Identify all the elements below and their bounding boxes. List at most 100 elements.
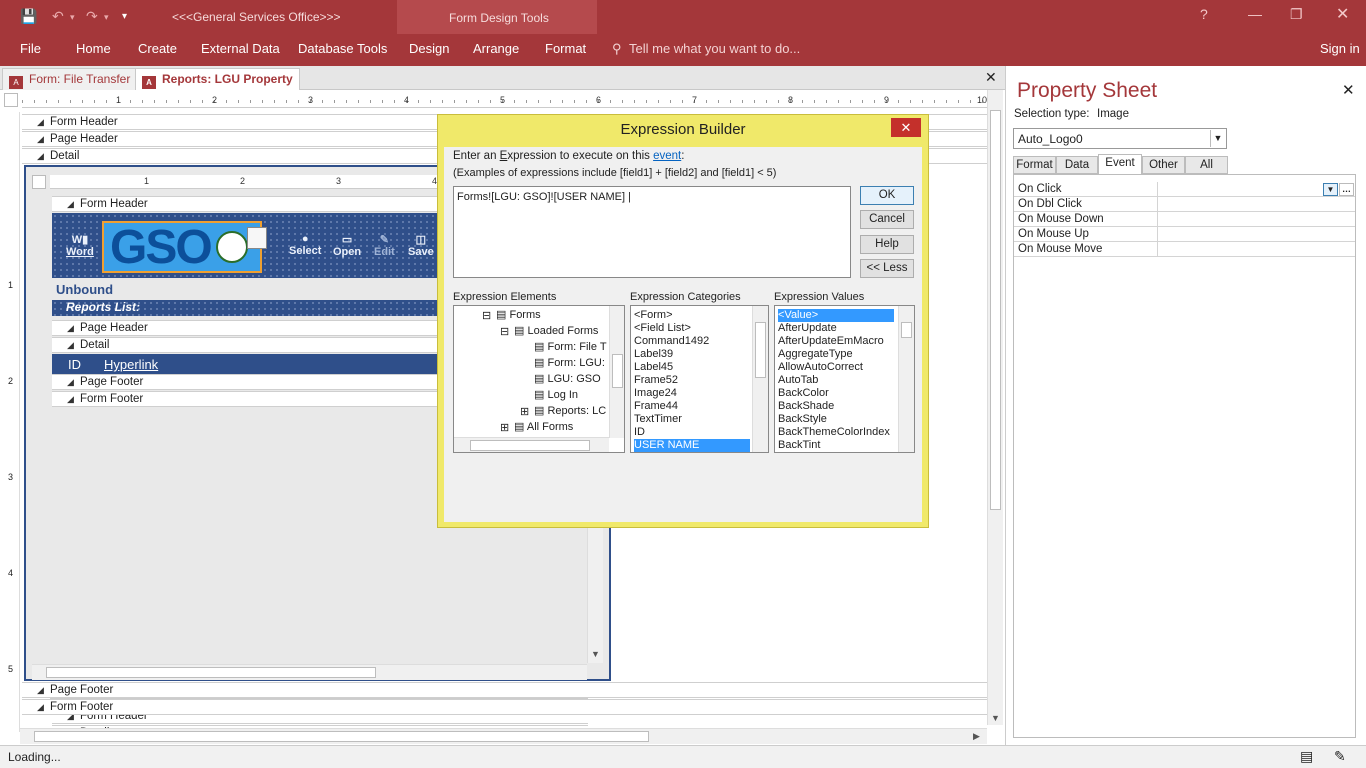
edit-button[interactable]: ✎ Edit <box>374 233 395 258</box>
hyperlink-field[interactable]: Hyperlink <box>104 357 158 372</box>
event-link[interactable]: event <box>653 150 681 162</box>
builder-ellipsis-button[interactable]: … <box>1339 183 1354 196</box>
tab-prop-format[interactable]: Format <box>1013 156 1056 174</box>
section-form-footer[interactable]: Form Footer <box>22 699 987 715</box>
close-window-icon[interactable]: ✕ <box>1336 4 1349 24</box>
word-button[interactable]: W​▮ Word <box>66 233 94 258</box>
doc-tab-reports-lgu-property[interactable]: A Reports: LGU Property <box>135 68 300 90</box>
gso-logo-image[interactable]: GSO <box>102 221 262 273</box>
restore-icon[interactable]: ❐ <box>1290 6 1303 23</box>
design-view-icon[interactable]: ✎ <box>1334 748 1346 765</box>
elements-v-scrollbar[interactable] <box>609 306 624 438</box>
signin-link[interactable]: Sign in <box>1320 41 1360 56</box>
section-page-footer[interactable]: Page Footer <box>22 682 987 698</box>
value-item[interactable]: AllowAutoCorrect <box>778 361 894 374</box>
category-item[interactable]: ID <box>634 426 750 439</box>
prop-row-on-mouse-move[interactable]: On Mouse Move <box>1014 242 1355 257</box>
save-record-button[interactable]: ◫ Save <box>408 233 434 258</box>
dialog-close-button[interactable]: ✕ <box>891 118 921 137</box>
tell-me-box[interactable]: Tell me what you want to do... <box>629 41 800 56</box>
tree-node-all-forms[interactable]: ▤ All Forms <box>514 421 573 434</box>
close-document-icon[interactable]: ✕ <box>985 69 997 86</box>
tab-prop-all[interactable]: All <box>1185 156 1228 174</box>
value-item[interactable]: AutoTab <box>778 374 894 387</box>
help-icon[interactable]: ? <box>1200 6 1208 22</box>
subform-h-scrollbar[interactable] <box>32 664 587 680</box>
tree-node-lgu-gso[interactable]: ▤ LGU: GSO <box>534 373 601 386</box>
tab-design[interactable]: Design <box>409 41 449 56</box>
category-item[interactable]: TextTimer <box>634 413 750 426</box>
less-button[interactable]: << Less <box>860 259 914 278</box>
save-icon[interactable]: 💾 <box>20 8 37 25</box>
control-selector-dropdown[interactable]: Auto_Logo0 ▼ <box>1013 128 1227 149</box>
value-item[interactable]: AfterUpdate <box>778 322 894 335</box>
redo-dropdown-icon[interactable]: ▾ <box>104 12 109 23</box>
category-item[interactable]: Command1492 <box>634 335 750 348</box>
prop-row-on-dbl-click[interactable]: On Dbl Click <box>1014 197 1355 212</box>
value-item[interactable]: BackStyle <box>778 413 894 426</box>
dropdown-chevron-icon[interactable]: ▼ <box>1323 183 1338 196</box>
value-v-scrollbar[interactable] <box>898 306 914 452</box>
tree-collapse-icon[interactable]: ⊟ <box>500 326 509 339</box>
tab-arrange[interactable]: Arrange <box>473 41 519 56</box>
close-pane-icon[interactable]: ✕ <box>1342 81 1355 99</box>
form-selector[interactable] <box>4 93 18 107</box>
form-view-icon[interactable]: ▤ <box>1300 748 1313 765</box>
tree-node-reports[interactable]: ▤ Reports: LC <box>534 405 606 418</box>
canvas-v-scrollbar[interactable]: ▼ <box>987 90 1003 725</box>
tab-format[interactable]: Format <box>545 41 586 56</box>
value-item[interactable]: BackTint <box>778 439 894 452</box>
customize-qat-icon[interactable]: ▾ <box>122 11 127 22</box>
doc-tab-form-file-transfer[interactable]: A Form: File Transfer <box>2 68 138 90</box>
prop-row-on-mouse-down[interactable]: On Mouse Down <box>1014 212 1355 227</box>
tab-create[interactable]: Create <box>138 41 177 56</box>
tab-database-tools[interactable]: Database Tools <box>298 41 387 56</box>
value-item[interactable]: BackThemeColorIndex <box>778 426 894 439</box>
help-button[interactable]: Help <box>860 235 914 254</box>
undo-icon[interactable]: ↶ <box>52 8 64 25</box>
category-item[interactable]: Label45 <box>634 361 750 374</box>
undo-dropdown-icon[interactable]: ▾ <box>70 12 75 23</box>
expression-textbox[interactable]: Forms![LGU: GSO]![USER NAME] | <box>453 186 851 278</box>
open-button[interactable]: ▭ Open <box>333 233 361 258</box>
scroll-thumb[interactable] <box>755 322 766 378</box>
prop-row-on-mouse-up[interactable]: On Mouse Up <box>1014 227 1355 242</box>
scroll-thumb[interactable] <box>901 322 912 338</box>
value-item[interactable]: BackShade <box>778 400 894 413</box>
tree-node-loaded-forms[interactable]: ▤ Loaded Forms <box>514 325 598 338</box>
canvas-h-scrollbar[interactable]: ▶ <box>20 728 987 744</box>
value-item[interactable]: AfterUpdateEmMacro <box>778 335 894 348</box>
tab-prop-event[interactable]: Event <box>1098 154 1142 174</box>
expression-categories-list[interactable]: <Form> <Field List> Command1492 Label39 Labe… <box>630 305 769 453</box>
tab-file[interactable]: File <box>20 41 41 56</box>
value-item[interactable]: <Value> <box>778 309 894 322</box>
tab-prop-data[interactable]: Data <box>1056 156 1098 174</box>
prop-row-on-click[interactable]: On Click ▼… <box>1014 182 1355 197</box>
ok-button[interactable]: OK <box>860 186 914 205</box>
scroll-down-icon[interactable]: ▼ <box>591 649 600 659</box>
expression-elements-tree[interactable]: ⊟ ▤ Forms ⊟ ▤ Loaded Forms ▤ Form: File … <box>453 305 625 453</box>
tab-home[interactable]: Home <box>76 41 111 56</box>
category-item[interactable]: Image24 <box>634 387 750 400</box>
category-item[interactable]: Frame44 <box>634 400 750 413</box>
scroll-thumb[interactable] <box>612 354 623 388</box>
scroll-right-icon[interactable]: ▶ <box>973 731 980 742</box>
select-button[interactable]: ● Select <box>289 233 321 257</box>
minimize-icon[interactable]: — <box>1248 6 1262 22</box>
tree-expand-icon[interactable]: ⊞ <box>500 422 509 435</box>
category-item[interactable]: <Field List> <box>634 322 750 335</box>
subform-selector[interactable] <box>32 175 46 189</box>
tree-node-form-lgu[interactable]: ▤ Form: LGU: <box>534 357 605 370</box>
redo-icon[interactable]: ↷ <box>86 8 98 25</box>
tree-node-log-in[interactable]: ▤ Log In <box>534 389 578 402</box>
scroll-thumb[interactable] <box>990 110 1001 510</box>
expression-values-list[interactable]: <Value> AfterUpdate AfterUpdateEmMacro Aggr… <box>774 305 915 453</box>
tab-external-data[interactable]: External Data <box>201 41 280 56</box>
category-item[interactable]: <Form> <box>634 309 750 322</box>
category-v-scrollbar[interactable] <box>752 306 768 452</box>
scroll-thumb[interactable] <box>470 440 590 451</box>
category-item[interactable]: Label39 <box>634 348 750 361</box>
cancel-button[interactable]: Cancel <box>860 210 914 229</box>
scroll-thumb[interactable] <box>46 667 376 678</box>
tree-expand-icon[interactable]: ⊞ <box>520 406 529 419</box>
